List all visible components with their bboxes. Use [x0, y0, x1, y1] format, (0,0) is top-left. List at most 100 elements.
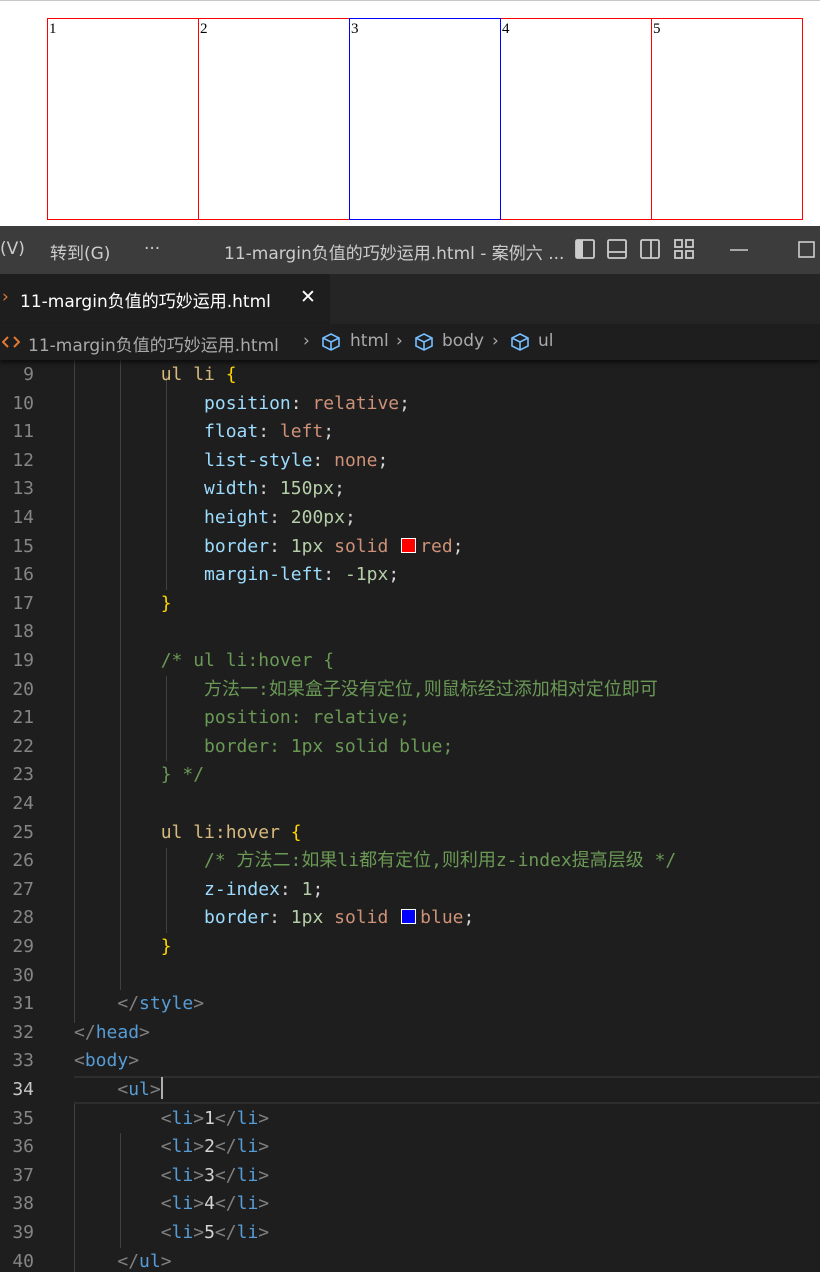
chevron-right-icon: › — [396, 331, 403, 351]
minimize-icon[interactable] — [728, 238, 750, 260]
cube-icon — [322, 333, 340, 351]
code-line[interactable]: 39 <li>5</li> — [0, 1219, 820, 1248]
code-text: } */ — [74, 761, 204, 790]
code-line[interactable]: 14 height: 200px; — [0, 504, 820, 533]
code-line[interactable]: 29 } — [0, 933, 820, 962]
code-line[interactable]: 19 /* ul li:hover { — [0, 647, 820, 676]
code-line[interactable]: 21 position: relative; — [0, 704, 820, 733]
code-text: <li>2</li> — [74, 1133, 269, 1162]
code-line[interactable]: 24 — [0, 790, 820, 819]
code-line[interactable]: 34 <ul> — [0, 1076, 820, 1105]
breadcrumb-item-html[interactable]: html — [350, 331, 389, 351]
code-token: > — [193, 1136, 205, 1158]
code-line[interactable]: 12 list-style: none; — [0, 447, 820, 476]
code-text: /* 方法二:如果li都有定位,则利用z-index提高层级 */ — [74, 847, 676, 876]
code-area[interactable]: 9 ul li {10 position: relative; 11 float:… — [0, 360, 820, 1272]
code-line[interactable]: 31 </style> — [0, 990, 820, 1019]
breadcrumb-item-ul[interactable]: ul — [538, 331, 554, 351]
tab-active-file[interactable]: › 11-margin负值的巧妙运用.html ✕ — [0, 274, 330, 324]
title-bar: (V) 转到(G) ··· 11-margin负值的巧妙运用.html - 案例… — [0, 226, 820, 274]
menu-goto[interactable]: 转到(G) — [50, 239, 110, 264]
code-line[interactable]: 11 float: left; — [0, 418, 820, 447]
code-token: < — [160, 1107, 172, 1129]
code-token: position: relative; — [204, 707, 410, 729]
code-token: /* ul li:hover { — [160, 650, 335, 671]
code-line[interactable]: 28 border: 1px solid blue; — [0, 904, 820, 933]
toggle-secondary-sidebar-icon[interactable] — [639, 238, 661, 260]
code-token: > — [139, 1021, 150, 1043]
line-number: 23 — [12, 764, 34, 786]
code-line[interactable]: 15 border: 1px solid red; — [0, 533, 820, 562]
line-number: 29 — [12, 936, 34, 957]
li-box-1[interactable]: 1 — [47, 18, 199, 220]
code-line[interactable]: 22 border: 1px solid blue; — [0, 733, 820, 762]
line-number: 22 — [12, 735, 34, 757]
color-swatch[interactable] — [401, 909, 417, 925]
tab-bar: › 11-margin负值的巧妙运用.html ✕ — [0, 274, 820, 324]
code-token: li — [171, 1193, 194, 1215]
code-line[interactable]: 16 margin-left: -1px; — [0, 561, 820, 590]
code-text: ul li:hover { — [74, 819, 302, 848]
code-token: { — [290, 821, 302, 843]
code-line[interactable]: 35 <li>1</li> — [0, 1105, 820, 1134]
code-line[interactable]: 17 } — [0, 590, 820, 619]
breadcrumb: 11-margin负值的巧妙运用.html › html › body › ul — [0, 324, 820, 360]
toggle-primary-sidebar-icon[interactable] — [574, 238, 596, 260]
li-box-label: 3 — [351, 21, 359, 37]
customize-layout-icon[interactable] — [673, 238, 695, 260]
breadcrumb-item-body[interactable]: body — [442, 331, 484, 351]
code-text: } — [74, 590, 172, 619]
code-line[interactable]: 30 — [0, 962, 820, 991]
close-tab-icon[interactable]: ✕ — [300, 286, 316, 308]
code-token: none — [334, 449, 378, 471]
code-line[interactable]: 23 } */ — [0, 761, 820, 790]
code-token: z-index — [204, 878, 280, 900]
code-line[interactable]: 18 — [0, 618, 820, 647]
code-text: </head> — [74, 1019, 150, 1048]
code-token: < — [160, 1136, 172, 1158]
color-swatch[interactable] — [401, 537, 417, 553]
code-line[interactable]: 9 ul li { — [0, 361, 820, 390]
menu-view[interactable]: (V) — [0, 239, 25, 259]
toggle-panel-icon[interactable] — [606, 238, 628, 260]
code-token: -1px — [344, 564, 389, 586]
code-line[interactable]: 36 <li>2</li> — [0, 1133, 820, 1162]
code-line[interactable]: 33 <body> — [0, 1047, 820, 1076]
code-line[interactable]: 25 ul li:hover { — [0, 819, 820, 848]
code-text: position: relative; — [74, 390, 410, 419]
code-token: </ — [117, 1250, 140, 1272]
li-box-3[interactable]: 3 — [349, 18, 501, 220]
li-box-4[interactable]: 4 — [500, 18, 652, 220]
code-line[interactable]: 20 方法一:如果盒子没有定位,则鼠标经过添加相对定位即可 — [0, 676, 820, 705]
code-line[interactable]: 26 /* 方法二:如果li都有定位,则利用z-index提高层级 */ — [0, 847, 820, 876]
breadcrumb-file[interactable]: 11-margin负值的巧妙运用.html — [28, 331, 279, 356]
line-number: 27 — [12, 878, 34, 900]
code-token: ; — [463, 907, 475, 929]
code-token: > — [193, 1193, 205, 1215]
maximize-icon[interactable] — [796, 238, 818, 260]
code-text: position: relative; — [74, 704, 410, 733]
line-number: 21 — [12, 707, 34, 729]
code-token: solid — [334, 907, 389, 929]
code-line[interactable]: 10 position: relative; — [0, 390, 820, 419]
code-token: /* 方法二:如果li都有定位,则利用z-index提高层级 */ — [204, 850, 677, 872]
chevron-right-icon: › — [492, 331, 499, 351]
code-line[interactable]: 37 <li>3</li> — [0, 1162, 820, 1191]
code-line[interactable]: 13 width: 150px; — [0, 475, 820, 504]
code-line[interactable]: 27 z-index: 1; — [0, 876, 820, 905]
code-token: > — [258, 1222, 270, 1243]
code-line[interactable]: 40 </ul> — [0, 1248, 820, 1272]
code-token: ; — [344, 507, 356, 528]
code-token: 1 — [204, 1107, 215, 1129]
code-token: 3 — [204, 1164, 215, 1186]
line-number: 9 — [23, 364, 34, 385]
li-box-2[interactable]: 2 — [198, 18, 350, 220]
li-box-5[interactable]: 5 — [651, 18, 803, 220]
code-line[interactable]: 38 <li>4</li> — [0, 1190, 820, 1219]
code-token: li — [171, 1107, 194, 1129]
menu-more[interactable]: ··· — [144, 239, 160, 259]
code-line[interactable]: 32 </head> — [0, 1019, 820, 1048]
